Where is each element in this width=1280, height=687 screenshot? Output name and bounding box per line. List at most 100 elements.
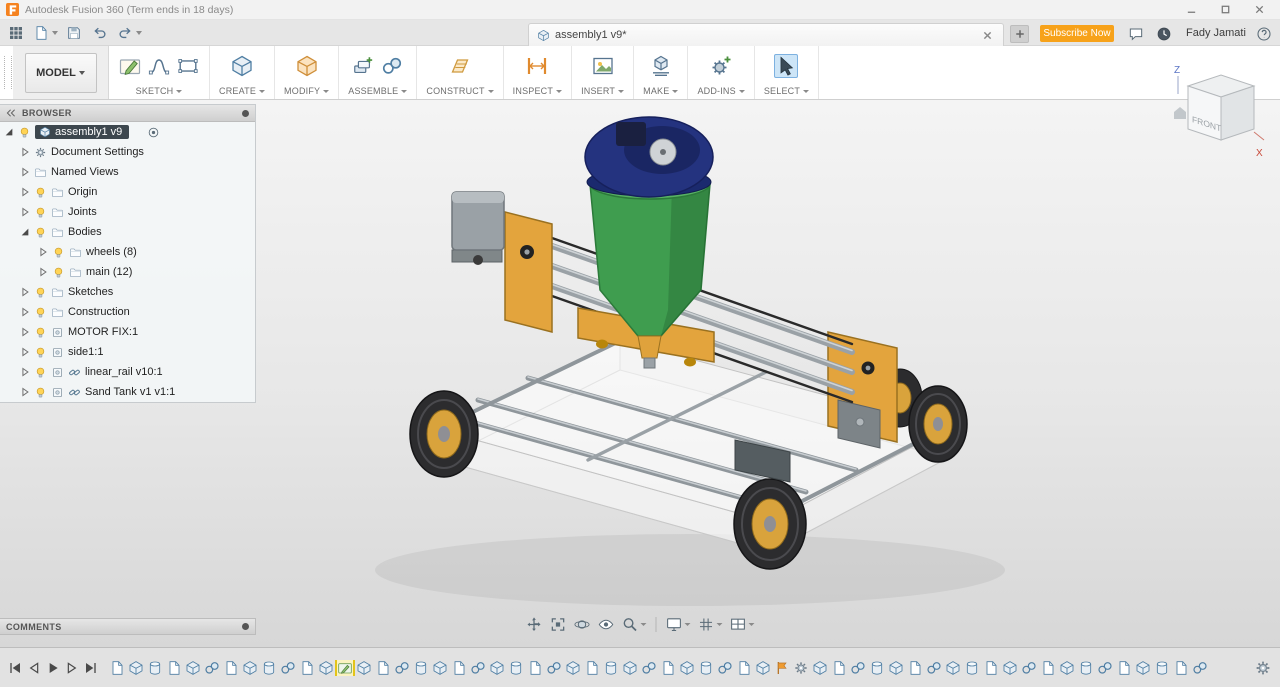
viewports-icon[interactable] <box>730 616 755 633</box>
job-status-clock-icon[interactable] <box>1154 24 1174 44</box>
timeline-feature-cube-icon[interactable] <box>318 660 334 676</box>
user-account-button[interactable]: Fady Jamati <box>1186 20 1246 46</box>
timeline-feature-joint-icon[interactable] <box>394 660 410 676</box>
select-menu-button[interactable]: SELECT <box>764 86 810 96</box>
timeline-feature-cyl-icon[interactable] <box>261 660 277 676</box>
visibility-bulb-icon[interactable] <box>18 126 31 139</box>
timeline-feature-doc-icon[interactable] <box>223 660 239 676</box>
visibility-bulb-icon[interactable] <box>34 226 47 239</box>
timeline-feature-cube-icon[interactable] <box>755 660 771 676</box>
timeline-feature-doc-icon[interactable] <box>736 660 752 676</box>
timeline-feature-doc-icon[interactable] <box>451 660 467 676</box>
create-menu-button[interactable]: CREATE <box>219 86 266 96</box>
expand-arrow-icon[interactable] <box>38 247 48 257</box>
timeline-feature-joint-icon[interactable] <box>280 660 296 676</box>
timeline-feature-cube-icon[interactable] <box>1002 660 1018 676</box>
fit-view-icon[interactable] <box>550 616 567 633</box>
expand-arrow-icon[interactable] <box>20 187 30 197</box>
timeline-feature-doc-icon[interactable] <box>527 660 543 676</box>
expand-arrow-icon[interactable] <box>20 167 30 177</box>
timeline-skip-end-button[interactable] <box>83 660 99 676</box>
timeline-feature-cyl-icon[interactable] <box>413 660 429 676</box>
timeline-feature-cube-icon[interactable] <box>812 660 828 676</box>
timeline-feature-cube-icon[interactable] <box>945 660 961 676</box>
home-view-icon[interactable] <box>1174 107 1186 119</box>
timeline-feature-cyl-icon[interactable] <box>698 660 714 676</box>
document-tab[interactable]: assembly1 v9* <box>528 23 1004 46</box>
panel-options-icon[interactable] <box>242 109 249 117</box>
feedback-chat-icon[interactable] <box>1126 24 1146 44</box>
timeline-feature-doc-icon[interactable] <box>584 660 600 676</box>
timeline-feature-doc-icon[interactable] <box>1116 660 1132 676</box>
timeline-settings-gear-icon[interactable] <box>1254 659 1272 677</box>
view-cube[interactable]: Z FRONT X <box>1170 60 1266 162</box>
timeline-feature-joint-icon[interactable] <box>1192 660 1208 676</box>
create-sketch-button[interactable] <box>118 54 142 78</box>
timeline-feature-doc-icon[interactable] <box>109 660 125 676</box>
make-button[interactable] <box>649 54 673 78</box>
timeline-feature-joint-icon[interactable] <box>1097 660 1113 676</box>
timeline-feature-cyl-icon[interactable] <box>508 660 524 676</box>
timeline-feature-doc-icon[interactable] <box>375 660 391 676</box>
timeline-step-forward-button[interactable] <box>64 660 80 676</box>
timeline-skip-start-button[interactable] <box>7 660 23 676</box>
browser-item-sketches[interactable]: Sketches <box>0 282 255 302</box>
construction-plane-button[interactable] <box>448 54 472 78</box>
timeline-feature-flag-icon[interactable] <box>774 660 790 676</box>
timeline-feature-cyl-icon[interactable] <box>869 660 885 676</box>
timeline-feature-cube-icon[interactable] <box>185 660 201 676</box>
measure-button[interactable] <box>525 54 549 78</box>
browser-item-motor-fix[interactable]: MOTOR FIX:1 <box>0 322 255 342</box>
browser-item-wheels[interactable]: wheels (8) <box>0 242 255 262</box>
timeline-feature-doc-icon[interactable] <box>1173 660 1189 676</box>
browser-item-named-views[interactable]: Named Views <box>0 162 255 182</box>
spline-tool-button[interactable] <box>147 54 171 78</box>
browser-header[interactable]: BROWSER <box>0 105 255 122</box>
rectangle-tool-button[interactable] <box>176 54 200 78</box>
browser-item-linear-rail[interactable]: linear_rail v10:1 <box>0 362 255 382</box>
model-left-plate[interactable] <box>504 211 553 333</box>
timeline-feature-joint-icon[interactable] <box>641 660 657 676</box>
timeline-feature-doc-icon[interactable] <box>299 660 315 676</box>
joint-button[interactable] <box>380 54 404 78</box>
model-nozzle[interactable] <box>637 335 662 359</box>
timeline-feature-joint-icon[interactable] <box>546 660 562 676</box>
timeline-feature-cube-icon[interactable] <box>1135 660 1151 676</box>
help-icon[interactable] <box>1254 24 1274 44</box>
app-launcher-grid-icon[interactable] <box>6 23 26 43</box>
visibility-bulb-icon[interactable] <box>34 286 47 299</box>
expand-arrow-icon[interactable] <box>20 367 30 377</box>
expand-arrow-icon[interactable] <box>20 147 30 157</box>
timeline-feature-cyl-icon[interactable] <box>603 660 619 676</box>
timeline-feature-cube-icon[interactable] <box>242 660 258 676</box>
timeline-feature-cyl-icon[interactable] <box>1154 660 1170 676</box>
assemble-menu-button[interactable]: ASSEMBLE <box>348 86 408 96</box>
redo-button[interactable] <box>116 23 142 43</box>
model-wheel-front[interactable] <box>733 478 807 570</box>
workspace-selector-button[interactable]: MODEL <box>24 52 97 93</box>
timeline-feature-gear-icon[interactable] <box>793 660 809 676</box>
model-wheel-right[interactable] <box>908 385 968 463</box>
timeline-feature-cube-icon[interactable] <box>432 660 448 676</box>
tab-close-icon[interactable] <box>979 27 995 43</box>
modify-menu-button[interactable]: MODIFY <box>284 86 330 96</box>
timeline-feature-doc-icon[interactable] <box>660 660 676 676</box>
timeline-feature-doc-icon[interactable] <box>983 660 999 676</box>
timeline-feature-cube-icon[interactable] <box>888 660 904 676</box>
timeline-play-button[interactable] <box>45 660 61 676</box>
browser-item-document-settings[interactable]: Document Settings <box>0 142 255 162</box>
timeline-feature-joint-icon[interactable] <box>850 660 866 676</box>
subscribe-button[interactable]: Subscribe Now <box>1040 25 1114 42</box>
timeline-feature-cube-icon[interactable] <box>128 660 144 676</box>
close-window-button[interactable] <box>1242 0 1276 19</box>
model-dome-motor[interactable] <box>616 122 646 146</box>
visibility-bulb-icon[interactable] <box>34 206 47 219</box>
scripts-addins-button[interactable] <box>709 54 733 78</box>
look-at-icon[interactable] <box>598 616 615 633</box>
timeline-feature-cyl-icon[interactable] <box>147 660 163 676</box>
file-menu-button[interactable] <box>32 23 58 43</box>
expand-arrow-icon[interactable] <box>20 347 30 357</box>
timeline-feature-cube-icon[interactable] <box>356 660 372 676</box>
insert-button[interactable] <box>591 54 615 78</box>
new-tab-button[interactable] <box>1010 25 1029 43</box>
